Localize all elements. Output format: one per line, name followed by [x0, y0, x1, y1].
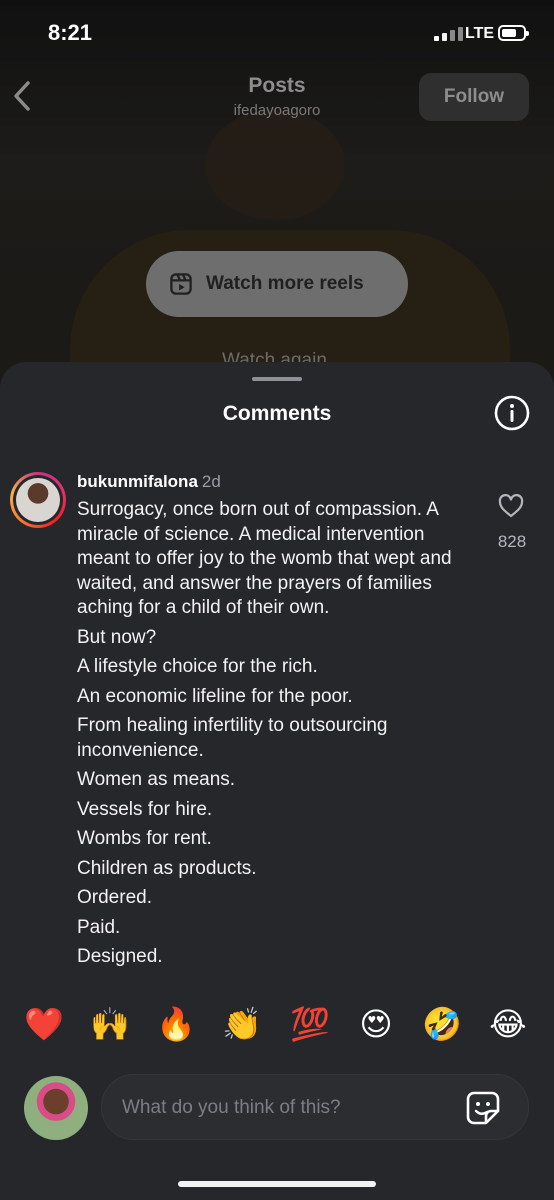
info-icon[interactable]	[494, 395, 530, 431]
reels-icon	[170, 273, 192, 295]
comment-paragraph: A lifestyle choice for the rich.	[77, 656, 318, 677]
emoji-heart[interactable]: ❤️	[24, 1004, 64, 1044]
current-user-avatar	[24, 1076, 88, 1140]
watch-more-reels-button[interactable]: Watch more reels	[146, 251, 408, 317]
comment-paragraph: Paid.	[77, 916, 121, 938]
emoji-rofl[interactable]: 🤣	[422, 1004, 462, 1044]
comment-paragraph: Ordered.	[77, 887, 152, 908]
quick-emoji-bar: ❤️ 🙌 🔥 👏 💯 😍 🤣 😂	[0, 1004, 554, 1054]
emoji-raising-hands[interactable]: 🙌	[90, 1004, 130, 1044]
comment-paragraph: Vessels for hire.	[77, 798, 213, 820]
sheet-title: Comments	[222, 402, 332, 425]
top-nav: Posts ifedayoagoro Follow	[0, 62, 554, 132]
like-button[interactable]	[496, 494, 526, 523]
like-count: 828	[497, 532, 527, 551]
emoji-heart-eyes[interactable]: 😍	[356, 1004, 396, 1044]
comment-input[interactable]	[120, 1093, 454, 1123]
emoji-clapping[interactable]: 👏	[222, 1004, 262, 1044]
emoji-hundred[interactable]: 💯	[290, 1004, 330, 1044]
commenter-avatar[interactable]	[10, 472, 66, 528]
signal-icon	[434, 27, 463, 41]
status-time: 8:21	[48, 20, 93, 45]
emoji-fire[interactable]: 🔥	[156, 1004, 196, 1044]
comment-paragraph: Women as means.	[77, 769, 236, 790]
watch-more-reels-label: Watch more reels	[206, 273, 364, 294]
comment-username[interactable]: bukunmifalona	[77, 472, 198, 491]
comment-time: 2d	[201, 472, 221, 491]
comment-paragraph: Wombs for rent.	[77, 828, 212, 849]
home-indicator	[178, 1181, 376, 1187]
avatar-photo	[16, 478, 60, 522]
comment-input-box[interactable]	[101, 1074, 529, 1140]
comment-header: bukunmifalona 2d	[77, 472, 221, 492]
comment-paragraph: An economic lifeline for the poor.	[77, 685, 353, 707]
comment-text: Surrogacy, once born out of compassion. …	[77, 498, 477, 975]
status-bar: 8:21 LTE	[0, 0, 554, 70]
comment-paragraph: Children as products.	[77, 857, 257, 879]
comment-paragraph: Surrogacy, once born out of compassion. …	[77, 499, 452, 618]
comment-paragraph: But now?	[77, 626, 157, 648]
follow-button[interactable]: Follow	[419, 73, 529, 121]
comment-item: bukunmifalona 2d Surrogacy, once born out…	[0, 462, 554, 987]
sheet-drag-handle[interactable]	[252, 377, 302, 381]
comments-sheet: Comments bukunmifalona 2d Surrogacy, once…	[0, 362, 554, 1200]
network-label: LTE	[465, 25, 495, 42]
sticker-icon[interactable]	[464, 1089, 502, 1127]
heart-outline-icon	[498, 494, 524, 518]
battery-icon	[498, 25, 529, 41]
comment-paragraph: From healing infertility to outsourcing …	[77, 715, 388, 761]
comment-composer	[0, 1070, 554, 1160]
comment-paragraph: Designed.	[77, 946, 163, 967]
emoji-joy[interactable]: 😂	[488, 1004, 528, 1044]
